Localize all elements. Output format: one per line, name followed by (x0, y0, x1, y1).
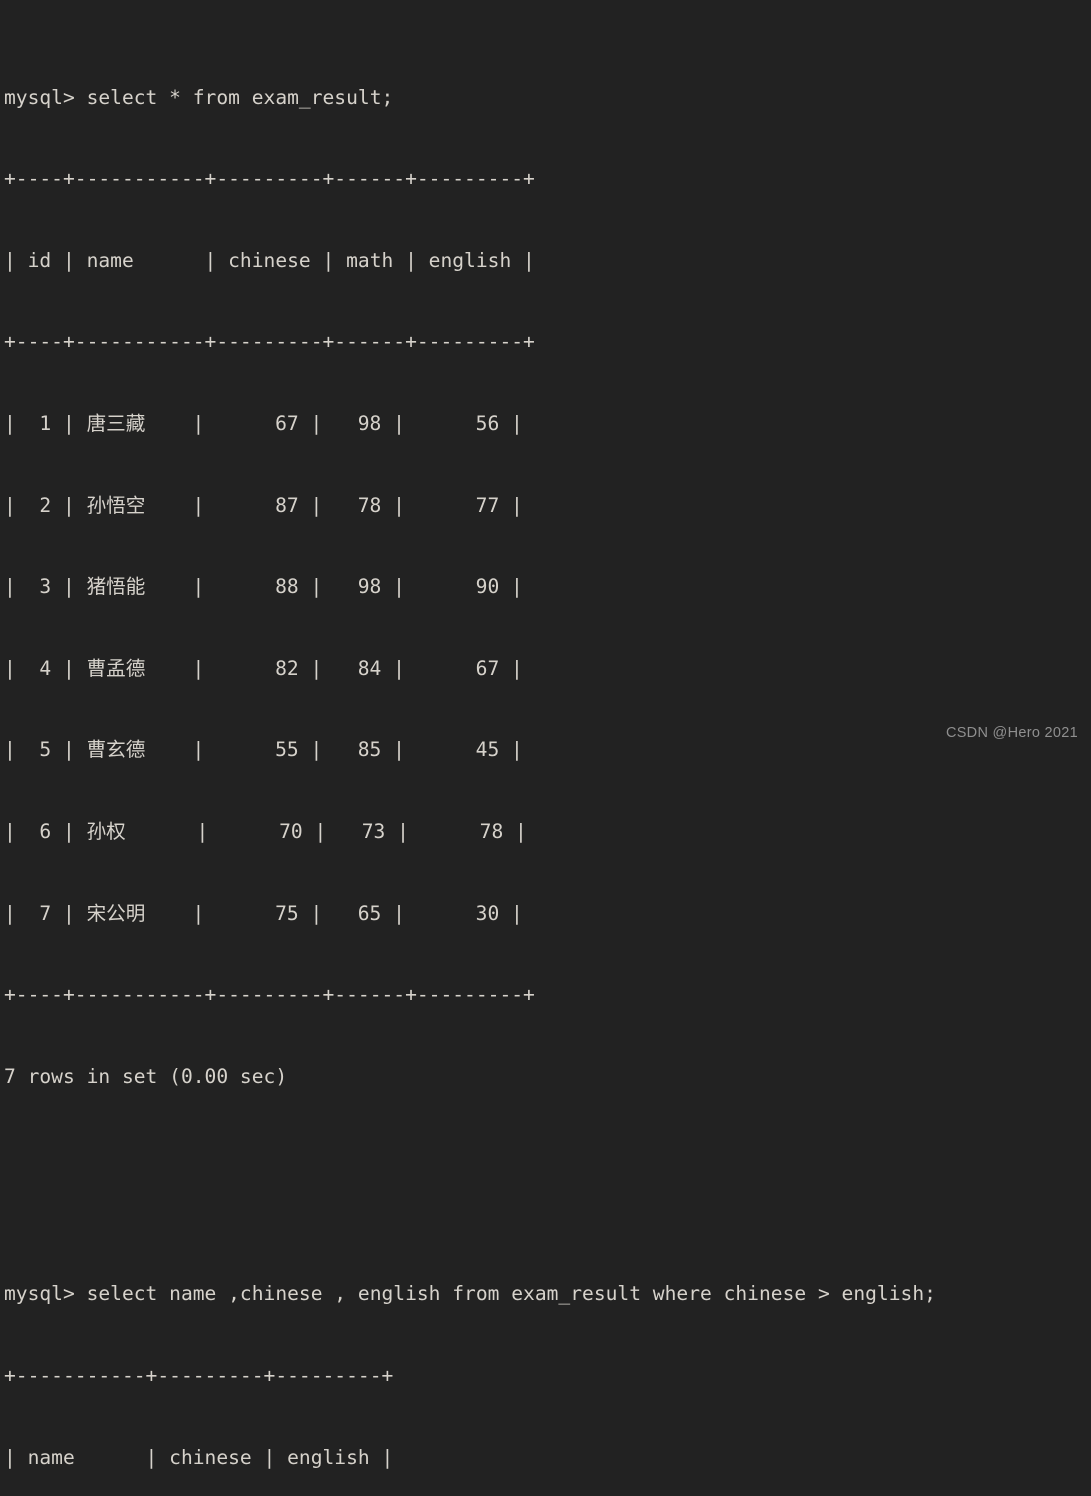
table-row: | 2 | 孙悟空 | 87 | 78 | 77 | (4, 493, 523, 517)
table-header-row: | name | chinese | english | (4, 1445, 394, 1469)
terminal-output-area[interactable]: mysql> select * from exam_result; +----+… (0, 0, 1091, 1469)
table-row: | 1 | 唐三藏 | 67 | 98 | 56 | (4, 411, 523, 435)
csdn-watermark: CSDN @Hero 2021 (945, 725, 1078, 741)
table-separator-top: +----+-----------+---------+------+-----… (4, 167, 535, 191)
table-row: | 6 | 孙权 | 70 | 73 | 78 | (4, 819, 527, 843)
command-line-select-all: mysql> select * from exam_result; (4, 85, 394, 109)
table-row: | 7 | 宋公明 | 75 | 65 | 30 | (4, 901, 523, 925)
table-row: | 4 | 曹孟德 | 82 | 84 | 67 | (4, 656, 523, 680)
table-separator-bottom: +----+-----------+---------+------+-----… (4, 983, 535, 1007)
table-row: | 5 | 曹玄德 | 55 | 85 | 45 | (4, 738, 523, 762)
table-separator-mid: +----+-----------+---------+------+-----… (4, 330, 535, 354)
result-status-line: 7 rows in set (0.00 sec) (4, 1064, 288, 1088)
table-row: | 3 | 猪悟能 | 88 | 98 | 90 | (4, 575, 523, 599)
command-line-select-where: mysql> select name ,chinese , english fr… (4, 1282, 936, 1306)
table-separator-top: +-----------+---------+---------+ (4, 1363, 394, 1387)
table-header-row: | id | name | chinese | math | english | (4, 248, 535, 272)
